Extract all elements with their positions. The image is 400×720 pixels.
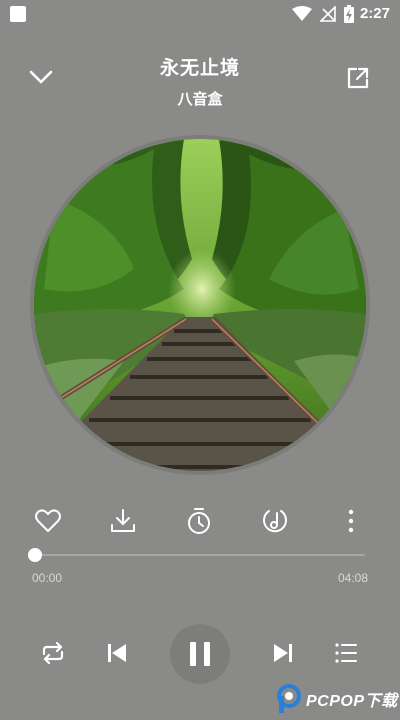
pause-icon bbox=[190, 642, 210, 666]
play-pause-button[interactable] bbox=[170, 624, 230, 684]
wifi-icon bbox=[292, 6, 312, 21]
playlist-icon bbox=[335, 643, 357, 663]
total-duration: 04:08 bbox=[337, 571, 368, 585]
pcpop-logo-icon bbox=[277, 684, 301, 713]
battery-charging-icon bbox=[344, 5, 354, 23]
favorite-button[interactable] bbox=[28, 501, 68, 541]
next-button[interactable] bbox=[261, 631, 305, 675]
skip-next-icon bbox=[274, 644, 292, 662]
railway-forest-artwork bbox=[34, 139, 366, 471]
more-vertical-icon bbox=[348, 509, 354, 533]
heart-icon bbox=[35, 509, 61, 532]
song-title: 永无止境 bbox=[159, 57, 240, 79]
elapsed-time: 00:00 bbox=[32, 571, 63, 585]
progress-thumb[interactable] bbox=[28, 548, 42, 562]
playlist-button[interactable] bbox=[324, 631, 368, 675]
previous-button[interactable] bbox=[95, 631, 139, 675]
watermark: PCPOP下载 bbox=[276, 684, 398, 714]
clock: 2:27 bbox=[359, 5, 390, 22]
sound-effect-button[interactable] bbox=[255, 501, 295, 541]
music-disc-icon bbox=[263, 510, 287, 533]
sleep-timer-button[interactable] bbox=[179, 501, 219, 541]
status-bar: 2:27 bbox=[0, 0, 400, 28]
chevron-down-icon bbox=[29, 70, 53, 84]
collapse-button[interactable] bbox=[24, 60, 58, 94]
skip-previous-icon bbox=[108, 644, 126, 662]
share-external-icon bbox=[347, 67, 369, 89]
more-button[interactable] bbox=[331, 501, 371, 541]
watermark-text: PCPOP下载 bbox=[306, 693, 398, 710]
download-icon bbox=[111, 509, 135, 532]
no-signal-icon bbox=[320, 6, 336, 22]
timer-icon bbox=[188, 508, 210, 534]
progress-track[interactable] bbox=[35, 554, 365, 556]
repeat-icon bbox=[42, 642, 64, 664]
repeat-mode-button[interactable] bbox=[31, 631, 75, 675]
notification-square-icon bbox=[10, 6, 26, 22]
song-artist[interactable]: 八音盒 bbox=[80, 88, 320, 109]
share-button[interactable] bbox=[341, 61, 375, 95]
download-button[interactable] bbox=[103, 501, 143, 541]
album-artwork[interactable] bbox=[34, 139, 366, 471]
status-icons bbox=[292, 5, 354, 23]
